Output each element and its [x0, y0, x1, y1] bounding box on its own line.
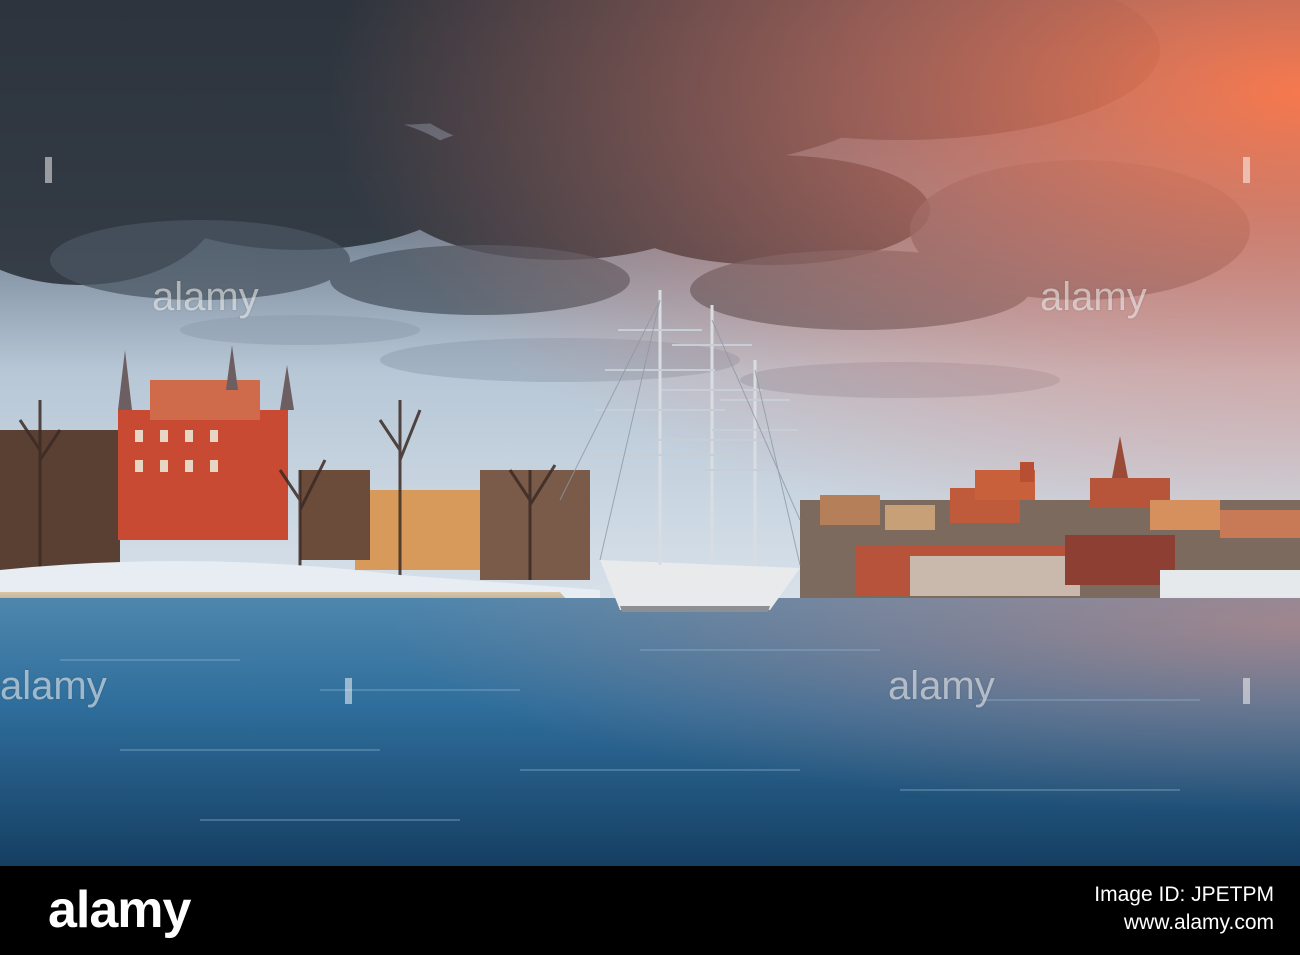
watermark-mark: [1243, 678, 1250, 704]
watermark-mark: [1243, 157, 1250, 183]
alamy-logo: alamy: [48, 881, 191, 939]
footer-bar: alamy Image ID: JPETPM www.alamy.com: [0, 866, 1300, 955]
watermark-mark: [45, 157, 52, 183]
harbor-photo: alamy alamy alamy alamy: [0, 0, 1300, 866]
footer-url: www.alamy.com: [1123, 911, 1274, 934]
footer-info: Image ID: JPETPM www.alamy.com: [1094, 881, 1274, 937]
image-id: Image ID: JPETPM: [1094, 883, 1274, 906]
watermark-mark: [345, 678, 352, 704]
